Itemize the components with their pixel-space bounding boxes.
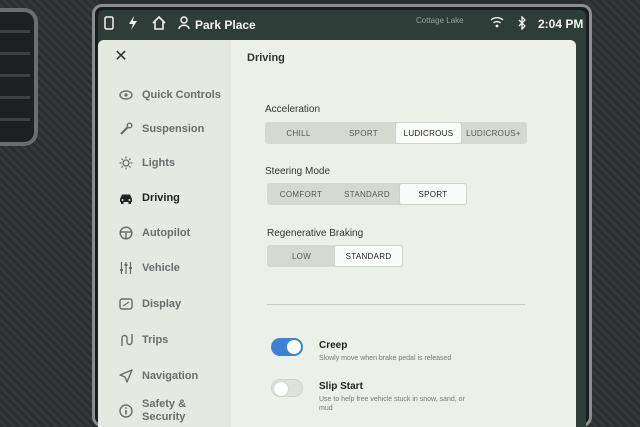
acceleration-option-sport[interactable]: SPORT xyxy=(331,123,396,143)
steering-mode-selector: COMFORT STANDARD SPORT xyxy=(267,183,467,205)
status-bar: Park Place Cottage Lake 2:04 PM xyxy=(98,10,586,40)
navigation-arrow-icon xyxy=(118,368,134,384)
sidebar-item-label: Lights xyxy=(142,157,175,169)
sidebar-item-label: Autopilot xyxy=(142,227,191,239)
acceleration-option-ludicrous-plus[interactable]: LUDICROUS+ xyxy=(461,123,526,143)
toggle-knob xyxy=(274,382,288,396)
regen-option-standard[interactable]: STANDARD xyxy=(335,246,402,266)
sidebar-item-driving[interactable]: Driving xyxy=(98,181,231,215)
sliders-icon xyxy=(118,260,134,276)
clock-time: 2:04 PM xyxy=(538,17,584,31)
wifi-icon[interactable] xyxy=(490,16,504,28)
steering-wheel-icon xyxy=(118,225,134,241)
settings-sidebar: ✕ Quick Controls Suspension Lights Drivi… xyxy=(98,40,231,427)
sidebar-item-label: Safety & Security xyxy=(142,398,187,423)
sidebar-item-navigation[interactable]: Navigation xyxy=(98,359,231,393)
regenerative-braking-label: Regenerative Braking xyxy=(267,228,364,239)
toggle-knob xyxy=(287,340,301,354)
car-icon xyxy=(118,190,134,206)
steering-option-sport[interactable]: SPORT xyxy=(400,184,466,204)
regen-option-low[interactable]: LOW xyxy=(268,246,335,266)
trips-icon xyxy=(118,332,134,348)
creep-title: Creep xyxy=(319,340,348,351)
settings-panel: ✕ Quick Controls Suspension Lights Drivi… xyxy=(98,40,576,427)
sidebar-item-label: Display xyxy=(142,298,182,310)
sidebar-item-label: Suspension xyxy=(142,123,205,135)
acceleration-label: Acceleration xyxy=(265,104,321,115)
sidebar-item-label: Navigation xyxy=(142,370,199,382)
slip-start-description: Use to help free vehicle stuck in snow, … xyxy=(319,396,465,412)
map-label: Cottage Lake xyxy=(416,16,464,25)
sidebar-item-label: Vehicle xyxy=(142,262,180,274)
sidebar-item-label: Quick Controls xyxy=(142,89,221,101)
sidebar-item-display[interactable]: Display xyxy=(98,287,231,321)
steering-option-comfort[interactable]: COMFORT xyxy=(268,184,334,204)
sidebar-item-trips[interactable]: Trips xyxy=(98,323,231,357)
sidebar-item-quick-controls[interactable]: Quick Controls xyxy=(98,78,231,112)
air-vent xyxy=(0,8,38,146)
user-icon xyxy=(178,16,190,33)
info-icon xyxy=(118,403,134,419)
section-divider xyxy=(267,304,525,305)
display-icon xyxy=(118,296,134,312)
bluetooth-icon[interactable] xyxy=(518,16,527,30)
page-title: Driving xyxy=(247,52,285,64)
slip-start-toggle[interactable] xyxy=(271,379,303,397)
dashboard-left-trim xyxy=(0,0,98,427)
creep-toggle[interactable] xyxy=(271,338,303,356)
wrench-icon xyxy=(118,121,134,137)
sidebar-item-autopilot[interactable]: Autopilot xyxy=(98,216,231,250)
creep-description: Slowly move when brake pedal is released xyxy=(319,355,452,362)
sidebar-item-label: Driving xyxy=(142,192,180,204)
lightning-icon xyxy=(128,16,138,30)
close-button[interactable]: ✕ xyxy=(112,48,130,66)
driving-settings-content: Driving Acceleration CHILL SPORT LUDICRO… xyxy=(231,40,576,427)
touchscreen: Park Place Cottage Lake 2:04 PM ✕ Quick … xyxy=(98,10,586,427)
acceleration-option-chill[interactable]: CHILL xyxy=(266,123,331,143)
eye-icon xyxy=(118,87,134,103)
sidebar-item-vehicle[interactable]: Vehicle xyxy=(98,251,231,285)
slip-start-title: Slip Start xyxy=(319,381,363,392)
phone-icon[interactable] xyxy=(104,16,114,30)
location-name: Park Place xyxy=(195,17,256,32)
acceleration-option-ludicrous[interactable]: LUDICROUS xyxy=(396,123,461,143)
close-icon: ✕ xyxy=(114,48,128,65)
home-icon[interactable] xyxy=(152,16,166,30)
driver-profile[interactable]: Park Place xyxy=(178,16,256,33)
steering-option-standard[interactable]: STANDARD xyxy=(334,184,400,204)
sidebar-item-label: Trips xyxy=(142,334,169,346)
regenerative-braking-selector: LOW STANDARD xyxy=(267,245,403,267)
sun-icon xyxy=(118,155,134,171)
sidebar-item-suspension[interactable]: Suspension xyxy=(98,112,231,146)
sidebar-item-safety-security[interactable]: Safety & Security xyxy=(98,391,231,427)
sidebar-item-lights[interactable]: Lights xyxy=(98,146,231,180)
acceleration-selector: CHILL SPORT LUDICROUS LUDICROUS+ xyxy=(265,122,527,144)
steering-mode-label: Steering Mode xyxy=(265,166,331,177)
